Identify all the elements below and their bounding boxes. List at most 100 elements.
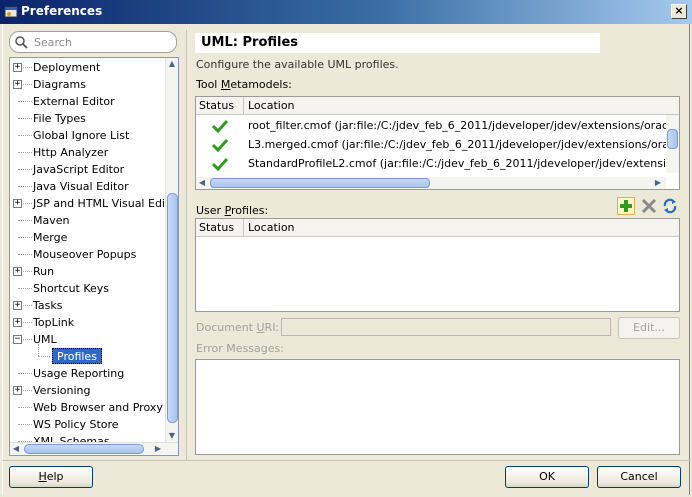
tree-connector [18, 135, 32, 136]
table-horizontal-scroll-thumb[interactable] [210, 178, 430, 188]
expand-icon[interactable]: + [13, 267, 22, 276]
table-row[interactable]: root_filter.cmof (jar:file:/C:/jdev_feb_… [196, 117, 666, 136]
tree-item[interactable]: Merge [10, 229, 166, 246]
scroll-right-arrow-icon[interactable]: ▶ [152, 443, 164, 455]
tree-connector [18, 373, 32, 374]
tree-item-label: Profiles [52, 348, 102, 364]
tree-item[interactable]: Mouseover Popups [10, 246, 166, 263]
tree-connector [18, 424, 32, 425]
tree-item-label: JSP and HTML Visual Editor [33, 197, 179, 210]
location-column-header[interactable]: Location [248, 97, 295, 115]
table-vertical-scrollbar[interactable] [666, 115, 679, 173]
tree-item-label: Mouseover Popups [33, 248, 137, 261]
tree-item[interactable]: + Diagrams [10, 76, 166, 93]
tree-item-label: Tasks [33, 299, 63, 312]
tree-horizontal-scroll-thumb[interactable] [24, 444, 144, 454]
expand-icon[interactable]: + [13, 301, 22, 310]
scroll-up-arrow-icon[interactable]: ▲ [166, 58, 178, 70]
window-title: Preferences [21, 4, 103, 18]
table-row[interactable]: L3.merged.cmof (jar:file:/C:/jdev_feb_6_… [196, 136, 666, 155]
error-messages-box[interactable] [195, 359, 680, 455]
table-header: Status Location [196, 219, 679, 237]
tree-item[interactable]: + Run [10, 263, 166, 280]
search-icon [15, 36, 28, 49]
splitter[interactable] [186, 30, 187, 460]
tree-item-label: Shortcut Keys [33, 282, 110, 295]
tool-metamodels-table[interactable]: Status Location root_filter.cmof (jar:fi… [195, 96, 680, 190]
scroll-down-arrow-icon[interactable]: ▼ [166, 430, 178, 442]
scroll-left-arrow-icon[interactable]: ◀ [196, 177, 208, 189]
expand-icon[interactable]: + [13, 318, 22, 327]
tree-items: + Deployment + Diagrams External Editor File … [10, 59, 178, 450]
collapse-icon[interactable]: − [13, 335, 22, 344]
tree-connector [18, 237, 32, 238]
title-bar[interactable]: Preferences × [0, 0, 692, 24]
document-uri-field[interactable] [281, 318, 611, 336]
location-cell: StandardProfileL2.cmof (jar:file:/C:/jde… [248, 157, 666, 170]
tree-item-label: Versioning [33, 384, 91, 397]
expand-icon[interactable]: + [13, 80, 22, 89]
edit-button[interactable]: Edit... [618, 317, 680, 339]
footer-divider [2, 460, 690, 461]
check-icon [212, 119, 228, 133]
preferences-tree[interactable]: + Deployment + Diagrams External Editor File … [9, 57, 179, 456]
table-horizontal-scrollbar[interactable]: ◀ ▶ [196, 177, 666, 189]
scroll-right-arrow-icon[interactable]: ▶ [652, 177, 664, 189]
tree-connector [18, 152, 32, 153]
add-icon[interactable] [617, 197, 635, 215]
table-row[interactable]: StandardProfileL2.cmof (jar:file:/C:/jde… [196, 155, 666, 174]
help-button[interactable]: Help [9, 466, 93, 488]
tree-item[interactable]: + JSP and HTML Visual Editor [10, 195, 178, 212]
tree-item[interactable]: + Versioning [10, 382, 166, 399]
tree-item[interactable]: Profiles [10, 344, 166, 365]
close-button[interactable]: × [671, 4, 687, 19]
tree-connector [18, 288, 32, 289]
tree-item[interactable]: − UML [10, 331, 166, 348]
tree-vertical-scroll-thumb[interactable] [167, 193, 178, 423]
location-column-header[interactable]: Location [248, 219, 295, 237]
tree-item-label: JavaScript Editor [33, 163, 125, 176]
page-title: UML: Profiles [195, 33, 600, 53]
tree-item-label: Deployment [33, 61, 101, 74]
status-column-header[interactable]: Status [196, 97, 244, 115]
tree-horizontal-scrollbar[interactable]: ◀ ▶ [10, 442, 178, 455]
cancel-button[interactable]: Cancel [597, 466, 681, 488]
tree-item-label: Http Analyzer [33, 146, 109, 159]
tree-connector [38, 344, 39, 356]
remove-icon[interactable] [640, 197, 658, 215]
tree-item[interactable]: Usage Reporting [10, 365, 166, 382]
search-input[interactable] [32, 34, 172, 50]
tree-item[interactable]: Java Visual Editor [10, 178, 166, 195]
search-box[interactable] [9, 31, 177, 53]
tree-item[interactable]: + Tasks [10, 297, 166, 314]
refresh-icon[interactable] [661, 197, 679, 215]
tree-connector [18, 407, 32, 408]
tree-item[interactable]: JavaScript Editor [10, 161, 166, 178]
tree-item-label: WS Policy Store [33, 418, 119, 431]
ok-button[interactable]: OK [505, 466, 589, 488]
tree-item[interactable]: + Deployment [10, 59, 166, 76]
scroll-left-arrow-icon[interactable]: ◀ [10, 443, 22, 455]
tree-connector [18, 118, 32, 119]
user-profiles-table[interactable]: Status Location [195, 218, 680, 312]
tree-item[interactable]: File Types [10, 110, 166, 127]
expand-icon[interactable]: + [13, 199, 22, 208]
tree-item[interactable]: Global Ignore List [10, 127, 166, 144]
tree-item[interactable]: Web Browser and Proxy [10, 399, 166, 416]
tree-item[interactable]: Maven [10, 212, 166, 229]
expand-icon[interactable]: + [13, 63, 22, 72]
tree-connector [38, 356, 50, 357]
tree-item[interactable]: External Editor [10, 93, 166, 110]
expand-icon[interactable]: + [13, 386, 22, 395]
table-vertical-scroll-thumb[interactable] [667, 129, 678, 149]
tree-vertical-scrollbar[interactable]: ▲ ▼ [165, 58, 178, 442]
check-icon [212, 138, 228, 152]
tree-item-label: Usage Reporting [33, 367, 125, 380]
document-uri-label: Document URI: [196, 321, 280, 334]
tree-item[interactable]: Shortcut Keys [10, 280, 166, 297]
status-column-header[interactable]: Status [196, 219, 244, 237]
tree-item[interactable]: Http Analyzer [10, 144, 166, 161]
tree-item[interactable]: WS Policy Store [10, 416, 166, 433]
tree-item[interactable]: + TopLink [10, 314, 166, 331]
tree-item-label: Web Browser and Proxy [33, 401, 163, 414]
